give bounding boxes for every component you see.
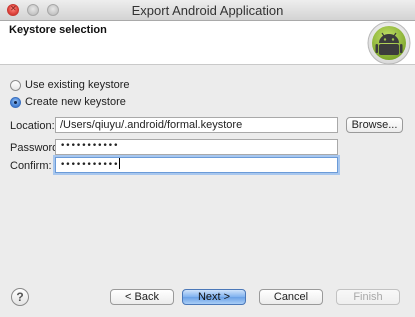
password-field[interactable]: ••••••••••• [55,139,338,155]
use-existing-keystore-radio[interactable] [10,79,21,91]
confirm-label: Confirm: [10,160,52,172]
android-logo-icon [367,21,411,65]
confirm-field[interactable]: ••••••••••• [55,157,338,173]
window-title: Export Android Application [131,3,284,18]
confirm-value: ••••••••••• [60,160,119,170]
location-label: Location: [10,120,55,132]
help-icon[interactable]: ? [11,288,29,306]
text-caret [119,158,121,169]
create-new-keystore-radio[interactable] [10,96,21,108]
wizard-header: Keystore selection [0,21,415,65]
browse-button[interactable]: Browse... [346,117,403,133]
create-new-keystore-label: Create new keystore [25,96,126,108]
cancel-button[interactable]: Cancel [259,289,323,305]
create-new-keystore-option[interactable]: Create new keystore [10,95,126,109]
use-existing-keystore-label: Use existing keystore [25,79,130,91]
back-button[interactable]: < Back [110,289,174,305]
password-label: Password: [10,142,62,154]
next-button[interactable]: Next > [182,289,246,305]
page-title: Keystore selection [9,24,107,36]
title-bar: Export Android Application [0,0,415,21]
use-existing-keystore-option[interactable]: Use existing keystore [10,78,130,92]
finish-button: Finish [336,289,400,305]
location-field[interactable]: /Users/qiuyu/.android/formal.keystore [55,117,338,133]
export-dialog: Export Android Application Keystore sele… [0,0,415,317]
